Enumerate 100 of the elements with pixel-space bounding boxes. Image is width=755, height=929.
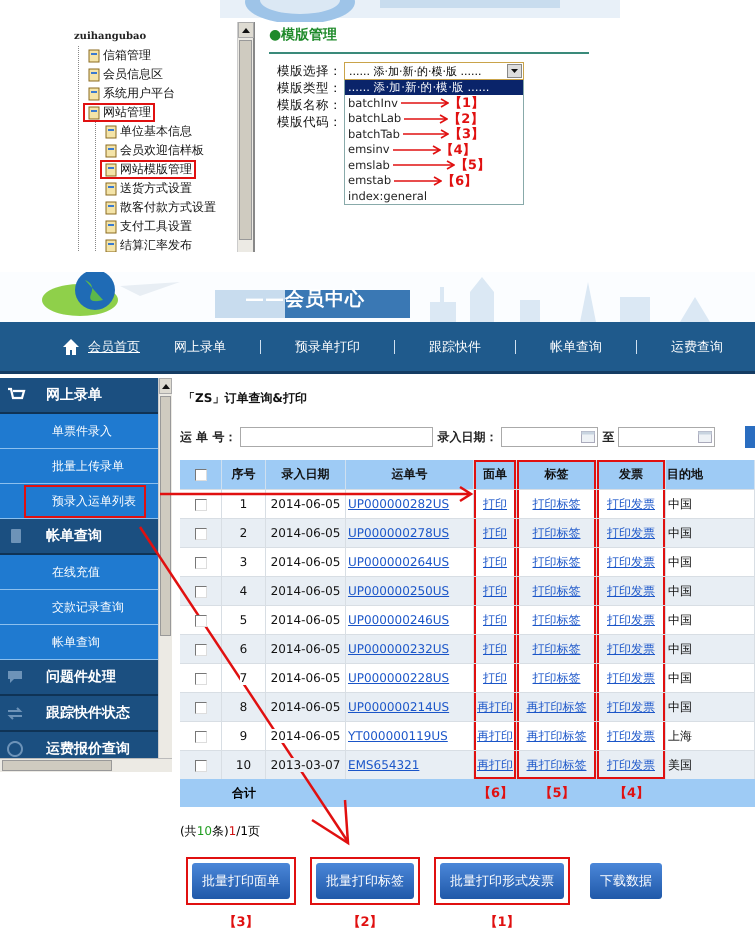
action-button[interactable]: 批量打印形式发票 <box>440 863 564 899</box>
annotation-arrow <box>392 160 455 170</box>
checkbox[interactable] <box>194 730 206 743</box>
page-icon <box>104 182 118 196</box>
table-cell: 2014-06-05 <box>270 729 340 743</box>
waybill-link[interactable]: YT000000119US <box>348 729 448 743</box>
scrollbar-thumb[interactable] <box>2 760 112 771</box>
sidebar-group[interactable]: 网上录单 <box>0 378 158 414</box>
tree-item[interactable]: 系统用户平台 <box>83 84 179 103</box>
caret-icon <box>511 69 518 73</box>
table-cell: 8 <box>240 700 248 714</box>
annotation-label: 【4】 <box>440 142 476 158</box>
table-cell: 中国 <box>668 584 692 598</box>
checkbox[interactable] <box>194 614 206 627</box>
arrow-up-icon[interactable] <box>162 384 170 388</box>
print-link[interactable]: 打印 <box>483 496 507 510</box>
nav-link[interactable]: 跟踪快件 <box>429 338 481 356</box>
print-link[interactable]: 打印发票 <box>607 612 655 626</box>
print-link[interactable]: 打印 <box>483 554 507 568</box>
dropdown-option[interactable]: emsinv <box>345 142 393 158</box>
page-icon <box>104 238 118 252</box>
waybill-link[interactable]: UP000000264US <box>348 555 450 569</box>
dropdown-option[interactable]: emstab <box>345 173 394 188</box>
waybill-link[interactable]: UP000000246US <box>348 613 450 627</box>
print-link[interactable]: 打印发票 <box>607 670 655 684</box>
table-cell: 9 <box>240 729 248 743</box>
dropdown-option[interactable]: batchInv <box>345 96 401 111</box>
table-cell: 2014-06-05 <box>270 555 340 569</box>
print-link[interactable]: 打印标签 <box>532 554 580 568</box>
field-label: 模版名称： <box>277 96 342 113</box>
tree-item[interactable]: 会员欢迎信样板 <box>100 141 208 160</box>
table-cell: 2014-06-05 <box>270 700 340 714</box>
arrow-up-icon[interactable] <box>242 28 250 32</box>
annotation-label: 【3】 <box>448 126 484 143</box>
checkbox[interactable] <box>194 702 206 714</box>
nav-link[interactable]: 运费查询 <box>671 338 723 356</box>
dropdown-option[interactable]: emslab <box>345 158 393 173</box>
dropdown-option[interactable]: index:general <box>345 188 430 204</box>
page-icon <box>87 48 101 62</box>
table-cell: 2014-06-05 <box>270 613 340 627</box>
home-icon <box>62 338 80 356</box>
print-link[interactable]: 打印 <box>483 670 507 684</box>
print-link[interactable]: 打印标签 <box>532 612 580 626</box>
nav-link[interactable]: 预录单打印 <box>295 338 360 356</box>
tree-item[interactable]: 会员信息区 <box>83 65 167 84</box>
tree-item[interactable]: 结算汇率发布 <box>100 236 196 252</box>
nav-link[interactable]: 会员首页 <box>62 338 140 356</box>
tree-item[interactable]: 送货方式设置 <box>100 179 196 198</box>
scrollbar-thumb[interactable] <box>239 40 252 240</box>
tree-item[interactable]: 单位基本信息 <box>100 122 196 141</box>
dropdown-option[interactable]: batchTab <box>345 126 403 142</box>
date-field[interactable] <box>501 427 598 447</box>
dropdown-option[interactable]: batchLab <box>345 111 404 126</box>
tree-item[interactable]: 网站模版管理 <box>100 160 196 179</box>
panel-title: ●模版管理 <box>269 26 589 54</box>
print-link[interactable]: 打印标签 <box>532 670 580 684</box>
print-link[interactable]: 再打印标签 <box>526 728 586 742</box>
page-icon <box>87 106 101 120</box>
table-cell: 5 <box>240 613 248 627</box>
action-button[interactable]: 下载数据 <box>590 863 662 899</box>
page-icon <box>104 124 118 138</box>
checkbox[interactable] <box>194 498 206 511</box>
sidebar-group[interactable]: 问题件处理 <box>0 660 158 696</box>
tree-item[interactable]: 散客付款方式设置 <box>100 198 220 217</box>
sidebar-group[interactable]: 跟踪快件状态 <box>0 696 158 732</box>
checkbox[interactable] <box>194 469 206 482</box>
column-header: 录入日期 <box>282 467 330 481</box>
date-field[interactable] <box>618 427 716 447</box>
table-cell: 美国 <box>668 758 692 772</box>
table-cell: 2014-06-05 <box>270 642 340 656</box>
checkbox[interactable] <box>194 528 206 540</box>
print-link[interactable]: 打印发票 <box>607 554 655 568</box>
checkbox[interactable] <box>194 672 206 685</box>
action-button[interactable]: 批量打印面单 <box>192 863 290 899</box>
waybill-link[interactable]: UP000000282US <box>348 497 450 511</box>
tree-item[interactable]: 网站管理 <box>83 103 155 122</box>
scrollbar-thumb[interactable] <box>160 396 171 636</box>
sidebar-group[interactable]: 帐单查询 <box>0 519 158 555</box>
table-cell: 4 <box>240 584 248 598</box>
dropdown-option[interactable]: ...... 添·加·新·的·模·版 ...... <box>345 80 523 96</box>
print-link[interactable]: 打印 <box>483 612 507 626</box>
tree-item[interactable]: 支付工具设置 <box>100 217 196 236</box>
nav-link[interactable]: 网上录单 <box>174 338 226 356</box>
checkbox[interactable] <box>194 556 206 569</box>
action-button[interactable]: 批量打印标签 <box>316 863 414 899</box>
input-field[interactable] <box>240 427 434 447</box>
tree-item[interactable]: 信箱管理 <box>83 46 155 65</box>
waybill-link[interactable]: UP000000228US <box>348 671 450 685</box>
table-cell: 6 <box>240 642 248 656</box>
print-link[interactable]: 打印标签 <box>532 496 580 510</box>
checkbox[interactable] <box>194 644 206 656</box>
nav-link[interactable]: 帐单查询 <box>550 338 602 356</box>
print-link[interactable]: 打印发票 <box>607 728 655 742</box>
column-header: 标签 <box>544 467 568 481</box>
sidebar-group[interactable]: 运费报价查询 <box>0 732 158 758</box>
template-select[interactable]: ...... 添·加·新·的·模·版 ...... <box>344 62 524 80</box>
sidebar-item[interactable]: 预录入运单列表 <box>24 484 146 518</box>
checkbox[interactable] <box>194 760 206 772</box>
print-link[interactable]: 打印发票 <box>607 496 655 510</box>
checkbox[interactable] <box>194 586 206 598</box>
